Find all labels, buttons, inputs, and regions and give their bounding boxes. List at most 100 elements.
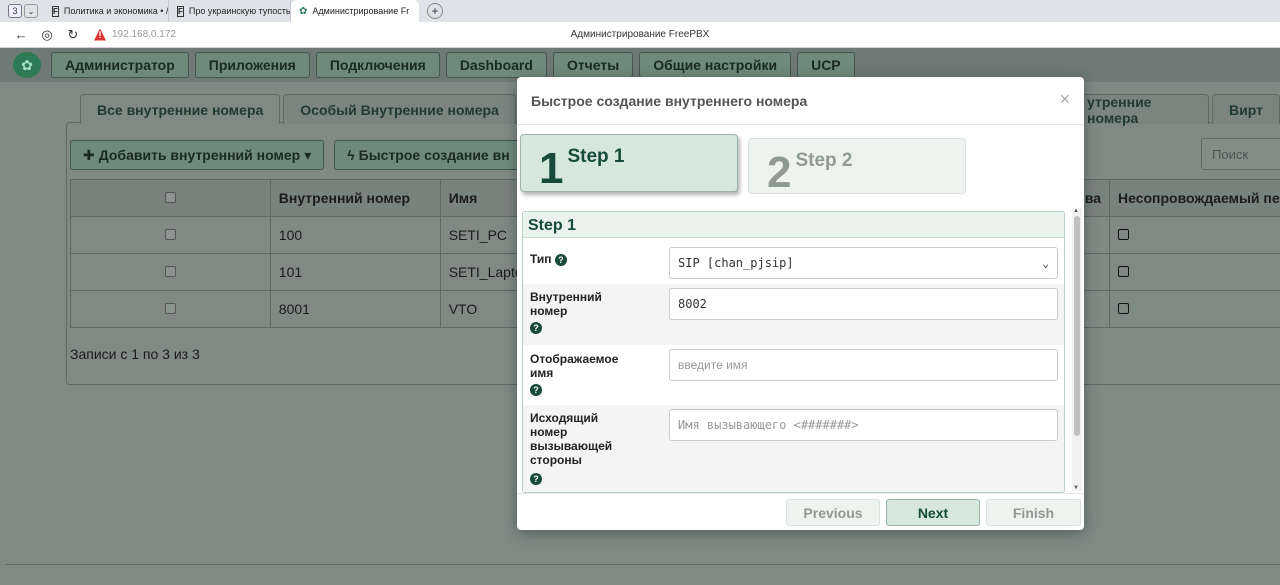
browser-tab-1[interactable]: F Политика и экономика • / xyxy=(44,0,169,22)
help-icon[interactable]: ? xyxy=(530,473,542,485)
select-all-cell[interactable] xyxy=(70,179,271,217)
workspace-badge[interactable]: 3 xyxy=(8,4,22,18)
nav-dashboard[interactable]: Dashboard xyxy=(445,52,547,78)
help-icon[interactable]: ? xyxy=(554,254,567,266)
extension-input[interactable]: 8002 xyxy=(669,288,1058,320)
row-select-cell[interactable] xyxy=(70,253,271,291)
col-extension[interactable]: Внутренний номер xyxy=(269,179,441,217)
step-number: 2 xyxy=(767,148,792,197)
cell-unattended[interactable] xyxy=(1109,290,1280,328)
type-label-wrap: Тип ? xyxy=(530,252,670,284)
plus-icon: ✚ xyxy=(83,146,95,163)
scrollbar-thumb[interactable] xyxy=(1074,216,1080,436)
nav-applications[interactable]: Приложения xyxy=(194,52,310,78)
page-title: Администрирование FreePBX xyxy=(570,29,710,40)
extension-row: Внутренний номер ? 8002 xyxy=(523,284,1064,345)
tab-virtual[interactable]: Вирт xyxy=(1212,94,1280,124)
quick-create-label: Быстрое создание вн xyxy=(358,147,510,163)
step-number: 1 xyxy=(539,144,564,193)
tab-custom-extensions[interactable]: Особый Внутренние номера xyxy=(283,94,516,124)
next-button[interactable]: Next xyxy=(886,499,980,526)
url-text: 192.168.0.172 xyxy=(112,29,176,40)
help-icon[interactable]: ? xyxy=(530,322,542,334)
finish-button[interactable]: Finish xyxy=(986,499,1081,526)
back-arrow-icon[interactable]: ← xyxy=(8,27,34,42)
row-select-cell[interactable] xyxy=(70,216,271,254)
step-1-indicator[interactable]: 1 Step 1 xyxy=(520,134,738,192)
shield-icon[interactable]: ◎ xyxy=(34,27,60,43)
type-select-value: SIP [chan_pjsip] xyxy=(678,256,794,270)
form-scrollbar[interactable]: ▲ ▼ xyxy=(1072,208,1082,491)
display-name-row: Отображаемое имя ? введите имя xyxy=(523,345,1064,405)
cell-extension: 100 xyxy=(269,216,441,254)
nav-ucp[interactable]: UCP xyxy=(797,52,855,78)
url-field[interactable]: ! 192.168.0.172 xyxy=(94,28,176,41)
outbound-cid-label-wrap: Исходящий номер вызывающей стороны ? xyxy=(530,411,630,492)
nav-admin[interactable]: Администратор xyxy=(51,52,189,78)
display-name-label-wrap: Отображаемое имя ? xyxy=(530,352,640,405)
browser-tab-label: Про украинскую тупость xyxy=(188,6,291,16)
browser-tab-2[interactable]: F Про украинскую тупость xyxy=(169,0,291,22)
tab-extensions-right[interactable]: утренние номера xyxy=(1070,94,1210,126)
display-name-input[interactable]: введите имя xyxy=(669,349,1058,381)
extension-label-wrap: Внутренний номер ? xyxy=(530,290,620,345)
extension-tabs-right: утренние номера Вирт xyxy=(1070,94,1280,126)
reload-icon[interactable]: ↻ xyxy=(60,27,86,43)
close-icon[interactable]: × xyxy=(1059,89,1070,110)
unattended-checkbox[interactable] xyxy=(1118,266,1129,277)
site-favicon-icon: F xyxy=(52,5,59,17)
type-label: Тип xyxy=(530,252,552,266)
freepbx-logo-icon[interactable]: ✿ xyxy=(13,52,41,78)
unattended-checkbox[interactable] xyxy=(1118,229,1129,240)
modal-title: Быстрое создание внутреннего номера xyxy=(531,93,808,109)
close-tab-icon[interactable]: ✕ xyxy=(418,6,419,17)
step-label: Step 2 xyxy=(795,150,853,171)
bolt-icon: ϟ xyxy=(347,147,355,163)
row-checkbox[interactable] xyxy=(164,266,176,277)
nav-connectivity[interactable]: Подключения xyxy=(315,52,440,78)
browser-tab-active[interactable]: ✿ Администрирование Fr ✕ xyxy=(291,0,419,22)
tab-all-extensions[interactable]: Все внутренние номера xyxy=(80,94,281,124)
freepbx-frog-icon: ✿ xyxy=(299,5,308,17)
browser-tab-label: Политика и экономика • / xyxy=(63,6,169,16)
cell-extension: 101 xyxy=(269,253,441,291)
col-unattended[interactable]: Несопровождаемый пе xyxy=(1109,179,1280,217)
step-2-indicator[interactable]: 2 Step 2 xyxy=(748,138,966,197)
browser-tab-label: Администрирование Fr xyxy=(312,6,410,16)
warning-icon[interactable]: ! xyxy=(94,28,106,41)
type-select[interactable]: SIP [chan_pjsip] ⌄ xyxy=(669,247,1058,279)
row-select-cell[interactable] xyxy=(70,290,271,328)
scroll-up-icon[interactable]: ▲ xyxy=(1073,208,1079,214)
outbound-cid-input[interactable]: Имя вызывающего <#######> xyxy=(669,409,1058,441)
type-row: Тип ? SIP [chan_pjsip] ⌄ xyxy=(523,238,1064,284)
footer-divider xyxy=(6,564,1280,565)
display-name-label: Отображаемое имя xyxy=(530,352,619,380)
step-1-form: Step 1 Тип ? SIP [chan_pjsip] ⌄ Внутренн… xyxy=(522,211,1065,493)
site-favicon-icon: F xyxy=(177,5,184,17)
quick-create-button[interactable]: ϟ Быстрое создание вн xyxy=(334,140,523,170)
browser-tab-bar: 3 ⌄ F Политика и экономика • / F Про укр… xyxy=(0,0,1280,22)
chevron-down-icon[interactable]: ⌄ xyxy=(24,4,38,18)
workspace-menu[interactable]: 3 ⌄ xyxy=(0,0,44,22)
help-icon[interactable]: ? xyxy=(530,384,542,396)
add-extension-label: Добавить внутренний номер xyxy=(98,147,301,163)
search-input[interactable]: Поиск xyxy=(1201,138,1280,170)
nav-settings[interactable]: Общие настройки xyxy=(639,52,792,78)
chevron-down-icon: ⌄ xyxy=(1042,256,1049,270)
add-extension-button[interactable]: ✚ Добавить внутренний номер ▾ xyxy=(70,140,325,170)
records-count: Записи с 1 по 3 из 3 xyxy=(70,346,200,362)
wizard-steps: 1 Step 1 2 Step 2 xyxy=(520,134,966,197)
scroll-down-icon[interactable]: ▼ xyxy=(1073,485,1079,491)
nav-reports[interactable]: Отчеты xyxy=(552,52,634,78)
previous-button[interactable]: Previous xyxy=(786,499,880,526)
new-tab-icon[interactable]: + xyxy=(427,3,443,19)
outbound-cid-row: Исходящий номер вызывающей стороны ? Имя… xyxy=(523,405,1064,492)
cell-unattended[interactable] xyxy=(1109,216,1280,254)
form-section-title: Step 1 xyxy=(523,212,1064,238)
cell-unattended[interactable] xyxy=(1109,253,1280,291)
row-checkbox[interactable] xyxy=(164,303,176,314)
quick-create-modal: Быстрое создание внутреннего номера × 1 … xyxy=(517,77,1084,530)
select-all-checkbox[interactable] xyxy=(164,192,176,203)
unattended-checkbox[interactable] xyxy=(1118,303,1129,314)
row-checkbox[interactable] xyxy=(164,229,176,240)
